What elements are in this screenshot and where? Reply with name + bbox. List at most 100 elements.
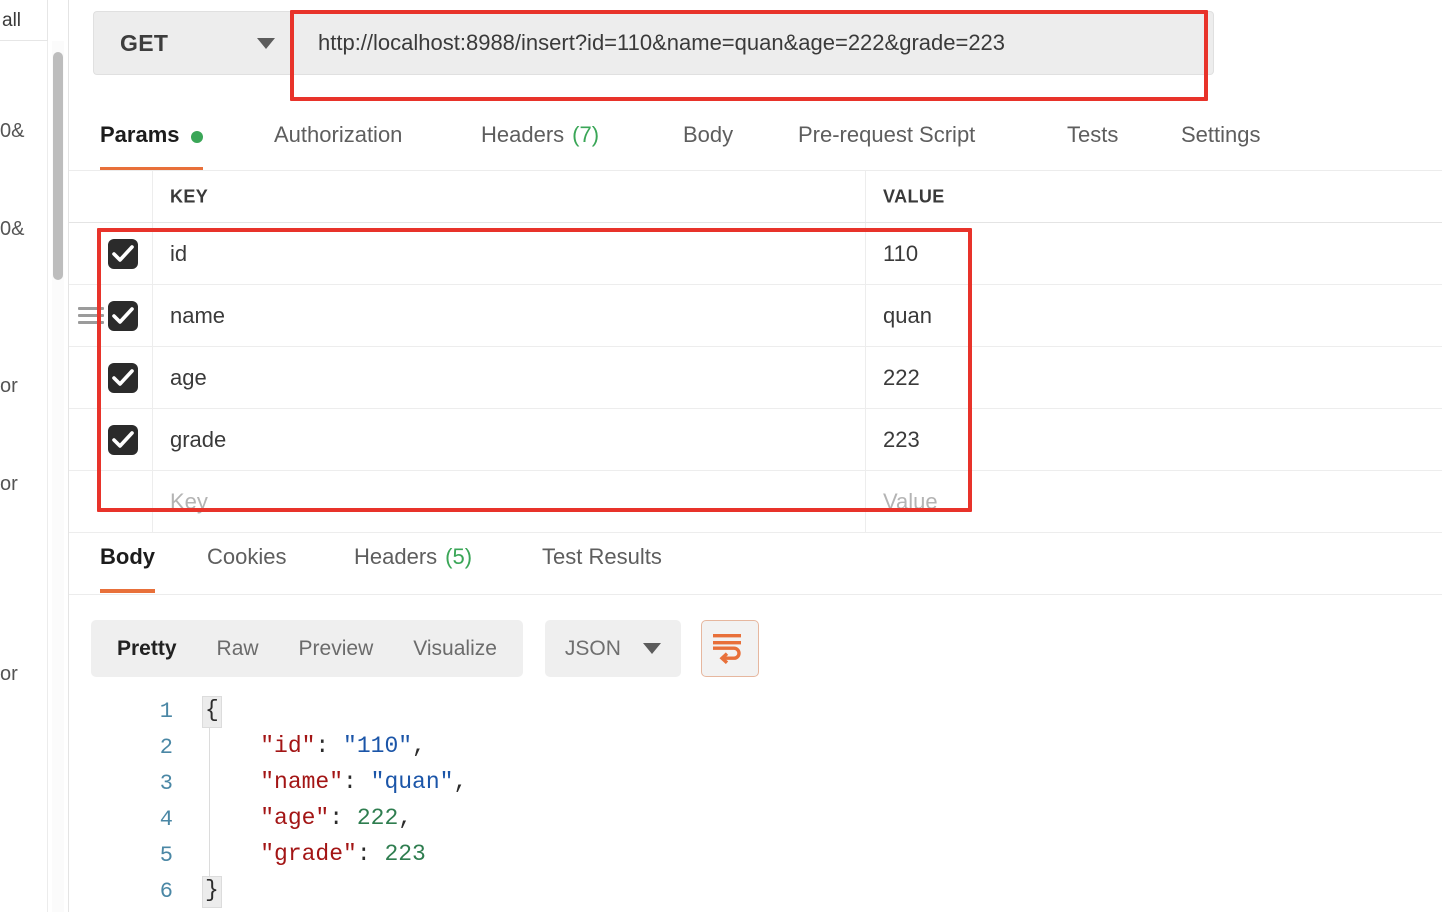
sidebar-top-fragment: all <box>2 10 22 31</box>
code-line: 3 "name": "quan", <box>69 767 1442 803</box>
code-token: "grade" <box>205 841 357 867</box>
placeholder-value-cell[interactable]: Value <box>866 471 1442 532</box>
url-input[interactable]: http://localhost:8988/insert?id=110&name… <box>293 11 1214 75</box>
request-tab-authorization[interactable]: Authorization <box>274 118 402 171</box>
view-mode-pretty[interactable]: Pretty <box>97 637 197 661</box>
method-dropdown[interactable]: GET <box>93 11 293 75</box>
wrap-lines-button[interactable] <box>700 620 759 677</box>
request-tab-pre-request-script[interactable]: Pre-request Script <box>798 118 975 171</box>
code-line: 4 "age": 222, <box>69 803 1442 839</box>
tab-count: (7) <box>572 122 600 147</box>
postman-window: all 0& 0& or or or GET http://localhost:8988… <box>0 0 1442 912</box>
row-checkbox[interactable] <box>108 300 138 331</box>
code-text: "age": 222, <box>205 805 412 831</box>
request-tab-tests[interactable]: Tests <box>1067 118 1118 171</box>
sidebar-top-cell: all <box>0 0 48 41</box>
param-value-cell[interactable]: 222 <box>866 347 1442 408</box>
row-checkbox[interactable] <box>108 238 138 269</box>
header-check-cell <box>69 171 153 222</box>
drag-handle-icon[interactable] <box>78 306 104 325</box>
code-token: : <box>343 769 371 795</box>
tab-label: Body <box>100 544 155 569</box>
tab-label: Headers <box>481 122 565 147</box>
code-token: "quan" <box>370 769 454 795</box>
tab-label: Headers <box>354 544 438 569</box>
row-checkbox[interactable] <box>108 424 138 455</box>
param-value-cell[interactable]: 223 <box>866 409 1442 470</box>
code-token: { <box>205 697 219 723</box>
placeholder-checkbox-cell <box>69 471 153 532</box>
code-token: , <box>398 805 413 831</box>
row-checkbox[interactable] <box>108 362 138 393</box>
key-header-cell[interactable]: KEY <box>153 171 866 222</box>
param-value-cell[interactable]: quan <box>866 285 1442 346</box>
sidebar-text-fragment: 0& <box>0 218 25 240</box>
chevron-down-icon <box>257 38 275 49</box>
code-token: : <box>315 733 344 759</box>
param-key-cell[interactable]: age <box>153 347 866 408</box>
request-tab-body[interactable]: Body <box>683 118 733 171</box>
request-tab-headers[interactable]: Headers (7) <box>481 118 599 171</box>
param-value-text: 110 <box>883 240 919 266</box>
sidebar-scrollbar-thumb[interactable] <box>53 52 63 280</box>
response-tabs: Body Cookies Headers (5) Test Results <box>69 540 1442 593</box>
params-placeholder-row[interactable]: Key Value <box>69 471 1442 533</box>
tab-label: Pre-request Script <box>798 122 976 147</box>
row-checkbox-cell <box>69 409 153 470</box>
request-tab-settings[interactable]: Settings <box>1181 118 1261 171</box>
response-toolbar: Pretty Raw Preview Visualize JSON <box>91 620 759 677</box>
code-text: "name": "quan", <box>205 769 467 795</box>
code-line: 2 "id": "110", <box>69 731 1442 767</box>
code-line: 1{ <box>69 695 1442 731</box>
table-row[interactable]: age 222 <box>69 347 1442 409</box>
param-key-cell[interactable]: id <box>153 223 866 284</box>
param-value-text: quan <box>883 302 932 328</box>
tab-label: Settings <box>1181 122 1261 147</box>
response-tab-body[interactable]: Body <box>100 540 155 593</box>
table-row[interactable]: id 110 <box>69 223 1442 285</box>
code-token: : <box>329 805 357 831</box>
param-value-cell[interactable]: 110 <box>866 223 1442 284</box>
code-token: : <box>356 841 385 867</box>
param-value-text: 222 <box>883 364 920 390</box>
view-mode-raw[interactable]: Raw <box>197 637 279 661</box>
response-tabs-rule <box>69 594 1442 595</box>
table-row[interactable]: name quan <box>69 285 1442 347</box>
request-tabs: Params Authorization Headers (7) Body Pre-req… <box>69 118 1442 171</box>
value-header-text: VALUE <box>883 186 945 206</box>
request-tab-params[interactable]: Params <box>100 118 203 171</box>
line-number: 6 <box>159 879 173 904</box>
response-tab-cookies[interactable]: Cookies <box>207 540 286 593</box>
sidebar-text-fragment: 0& <box>0 120 25 142</box>
url-bar: GET http://localhost:8988/insert?id=110&… <box>93 11 1214 75</box>
view-mode-preview[interactable]: Preview <box>279 637 394 661</box>
code-token: "id" <box>205 733 316 759</box>
param-value-text: 223 <box>883 426 920 452</box>
tab-label: Body <box>683 122 734 147</box>
row-checkbox-cell <box>69 223 153 284</box>
format-dropdown[interactable]: JSON <box>544 620 681 677</box>
param-key-cell[interactable]: grade <box>153 409 866 470</box>
code-token: "age" <box>205 805 330 831</box>
code-token: 222 <box>356 805 399 831</box>
response-tab-test-results[interactable]: Test Results <box>542 540 662 593</box>
tab-label: Params <box>100 122 180 147</box>
chevron-down-icon <box>642 643 661 654</box>
table-row[interactable]: grade 223 <box>69 409 1442 471</box>
response-body-code[interactable]: 1{2 "id": "110", 3 "name": "quan", 4 "age"… <box>69 695 1442 912</box>
params-header-row: KEY VALUE <box>69 171 1442 223</box>
format-label: JSON <box>564 636 621 660</box>
tab-label: Authorization <box>274 122 403 147</box>
placeholder-key-cell[interactable]: Key <box>153 471 866 532</box>
params-table: KEY VALUE id 110 name quan age 222 grade 223 Key Va… <box>69 171 1442 533</box>
code-text: "grade": 223 <box>205 841 426 867</box>
code-token: "110" <box>343 733 413 759</box>
request-response-panel: GET http://localhost:8988/insert?id=110&… <box>69 0 1442 912</box>
code-token: , <box>412 733 426 759</box>
line-number: 4 <box>159 807 173 832</box>
param-key-cell[interactable]: name <box>153 285 866 346</box>
view-mode-visualize[interactable]: Visualize <box>393 637 517 661</box>
value-header-cell[interactable]: VALUE <box>866 171 1442 222</box>
active-tab-underline <box>100 589 155 593</box>
response-tab-headers[interactable]: Headers (5) <box>354 540 472 593</box>
